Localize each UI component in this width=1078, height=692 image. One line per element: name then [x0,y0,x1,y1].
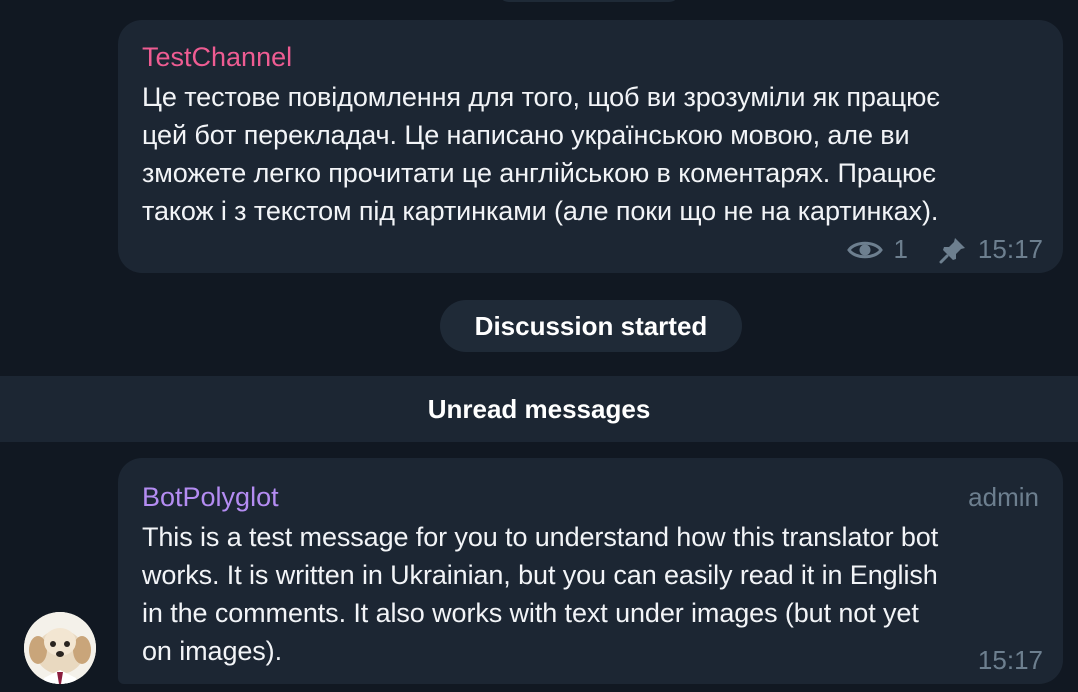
channel-message-text: Це тестове повідомлення для того, щоб ви… [142,82,940,226]
channel-message-meta: 1 15:17 [847,234,1043,265]
discussion-started-pill: Discussion started [440,300,742,352]
channel-message-bubble[interactable]: TestChannel Це тестове повідомлення для … [118,20,1063,273]
chat-window: TestChannel Це тестове повідомлення для … [0,0,1078,692]
pin-icon [938,235,968,265]
admin-badge: admin [968,482,1039,512]
previous-service-pill [498,0,680,2]
bot-sender-name[interactable]: BotPolyglot [142,480,1039,514]
puppy-avatar[interactable] [24,612,96,684]
views-count: 1 [893,234,908,264]
eye-icon [847,238,884,262]
bot-message-bubble[interactable]: BotPolyglot admin This is a test message… [118,458,1063,684]
unread-messages-separator: Unread messages [0,376,1078,442]
bot-message-time: 15:17 [977,645,1043,675]
channel-sender-name[interactable]: TestChannel [142,40,1039,74]
bot-message-meta: 15:17 [978,645,1043,676]
bot-message-text: This is a test message for you to unders… [142,522,939,666]
channel-message-time: 15:17 [977,234,1043,264]
